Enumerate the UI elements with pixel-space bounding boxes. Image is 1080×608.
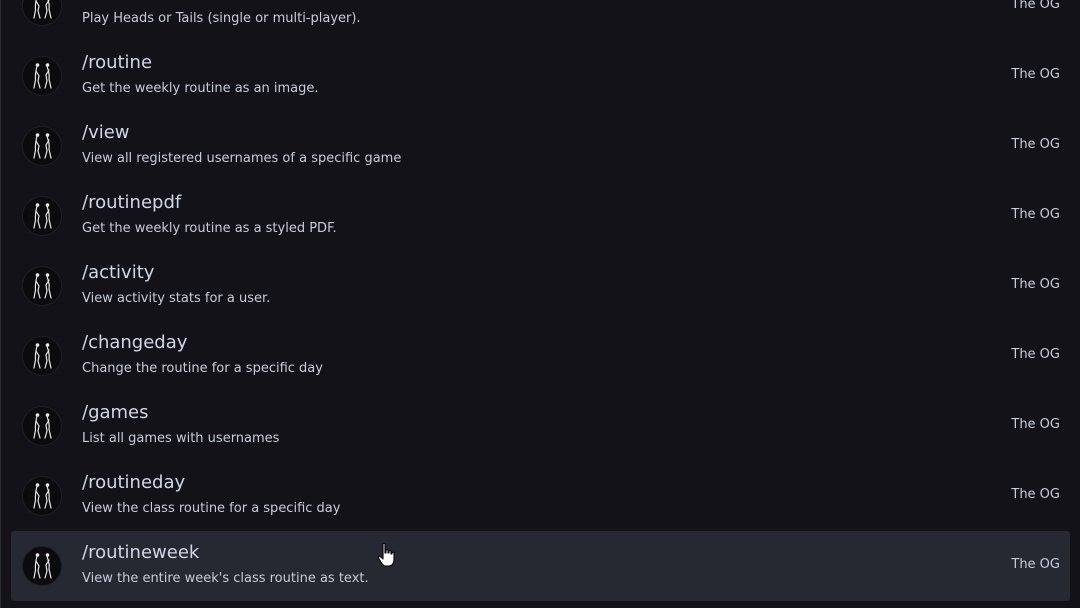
bot-avatar-icon	[22, 546, 62, 586]
command-description: Change the routine for a specific day	[82, 361, 323, 376]
command-name: /routineday	[82, 472, 186, 493]
command-description: View all registered usernames of a speci…	[82, 151, 402, 166]
command-name: /changeday	[82, 332, 188, 353]
command-description: Play Heads or Tails (single or multi-pla…	[82, 11, 361, 26]
bot-avatar-icon	[22, 336, 62, 376]
command-row[interactable]: /routine Get the weekly routine as an im…	[11, 41, 1070, 111]
command-source: The OG	[1011, 487, 1060, 502]
bot-avatar-icon	[22, 0, 62, 26]
command-name: /routinepdf	[82, 192, 182, 213]
command-source: The OG	[1011, 417, 1060, 432]
command-name: /games	[82, 402, 149, 423]
command-name: /activity	[82, 262, 155, 283]
bot-avatar-icon	[22, 196, 62, 236]
command-description: Get the weekly routine as an image.	[82, 81, 319, 96]
command-source: The OG	[1011, 67, 1060, 82]
command-source: The OG	[1011, 277, 1060, 292]
command-row[interactable]: /view View all registered usernames of a…	[11, 111, 1070, 181]
command-source: The OG	[1011, 207, 1060, 222]
command-name: /routine	[82, 52, 153, 73]
command-row[interactable]: /routinepdf Get the weekly routine as a …	[11, 181, 1070, 251]
command-row[interactable]: /games List all games with usernames The…	[11, 391, 1070, 461]
command-source: The OG	[1011, 137, 1060, 152]
command-description: View the class routine for a specific da…	[82, 501, 341, 516]
bot-avatar-icon	[22, 56, 62, 96]
command-row[interactable]: /routineweek View the entire week's clas…	[11, 531, 1070, 601]
command-row[interactable]: /changeday Change the routine for a spec…	[11, 321, 1070, 391]
command-source: The OG	[1011, 557, 1060, 572]
command-source: The OG	[1011, 0, 1060, 12]
command-name: /view	[82, 122, 130, 143]
bot-avatar-icon	[22, 266, 62, 306]
command-name: /routineweek	[82, 542, 200, 563]
command-row[interactable]: Play Heads or Tails (single or multi-pla…	[11, 0, 1070, 41]
command-row[interactable]: /activity View activity stats for a user…	[11, 251, 1070, 321]
command-description: View activity stats for a user.	[82, 291, 271, 306]
bot-avatar-icon	[22, 476, 62, 516]
bot-avatar-icon	[22, 406, 62, 446]
command-source: The OG	[1011, 347, 1060, 362]
command-description: List all games with usernames	[82, 431, 280, 446]
command-row[interactable]: /routineday View the class routine for a…	[11, 461, 1070, 531]
command-list: Play Heads or Tails (single or multi-pla…	[0, 0, 1080, 608]
hand-pointer-icon	[377, 542, 399, 568]
command-description: Get the weekly routine as a styled PDF.	[82, 221, 337, 236]
command-description: View the entire week's class routine as …	[82, 571, 369, 586]
bot-avatar-icon	[22, 126, 62, 166]
